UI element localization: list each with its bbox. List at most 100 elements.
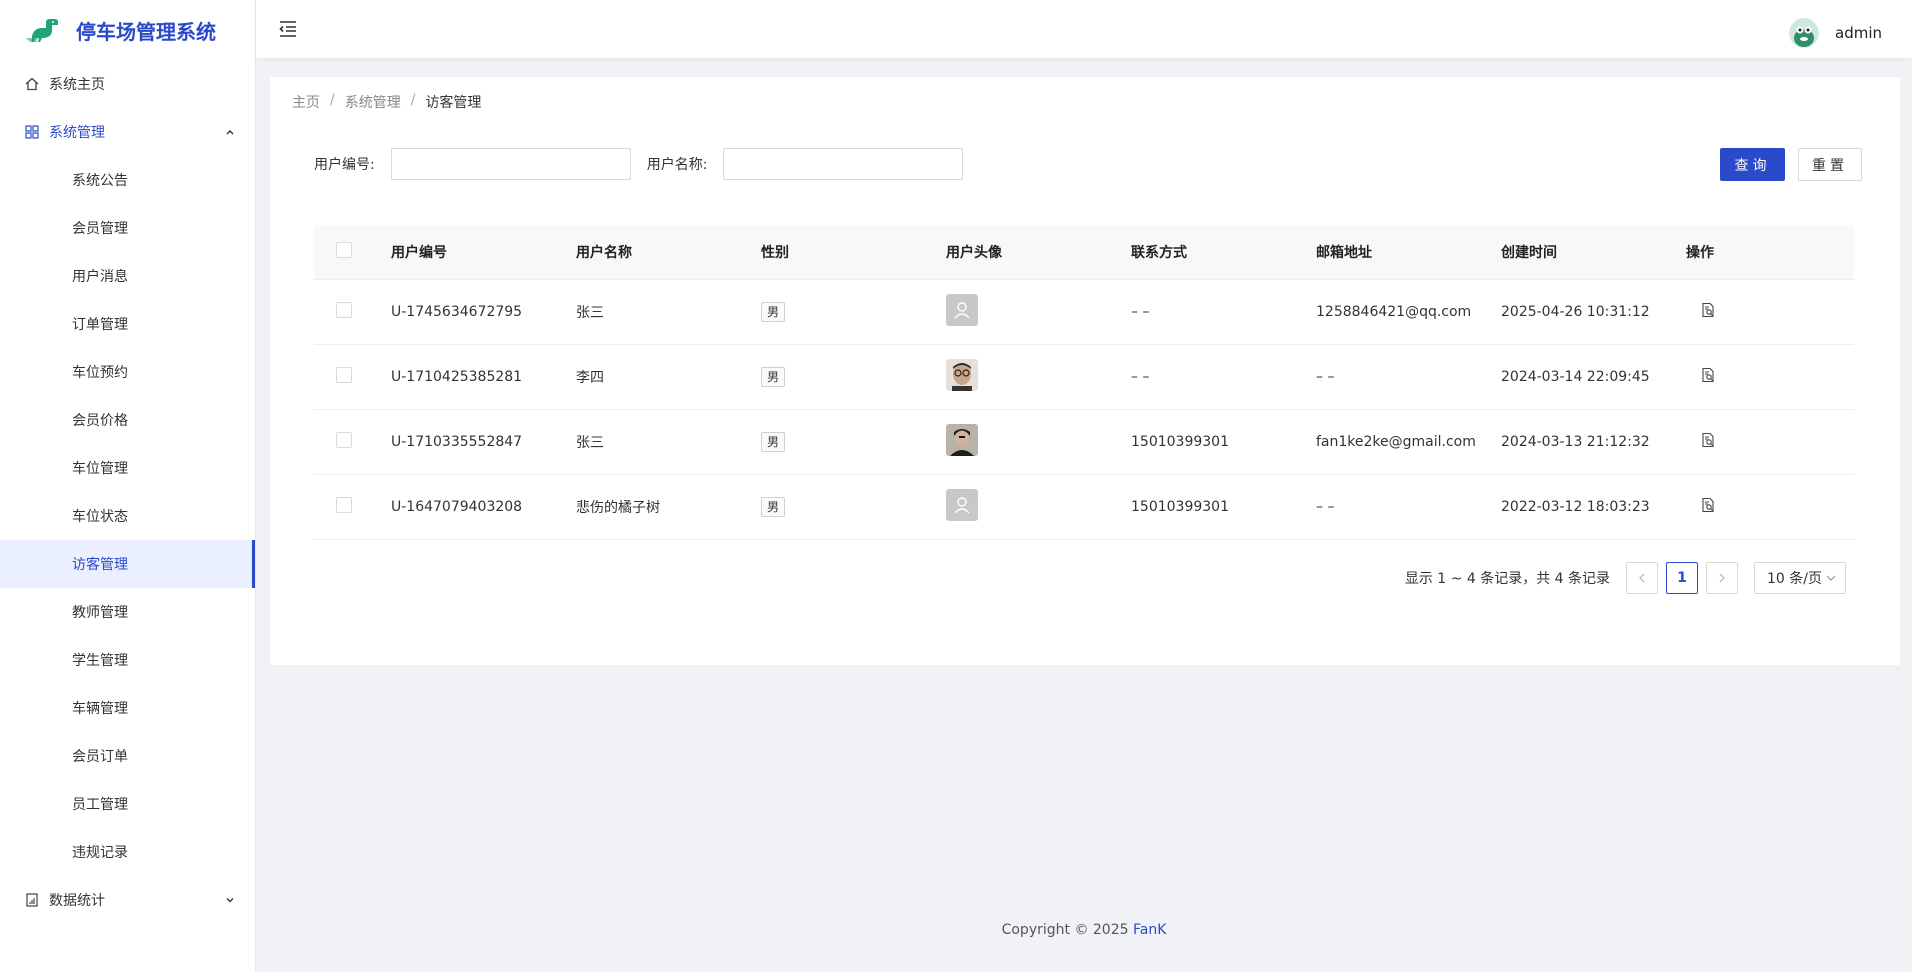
visitor-table: 用户编号 用户名称 性别 用户头像 联系方式 邮箱地址 创建时间 操作 U-17… [314,225,1854,540]
user-avatar-thumbnail[interactable] [946,359,978,391]
app-title: 停车场管理系统 [76,19,216,44]
view-detail-icon[interactable] [1700,302,1716,318]
home-icon [24,76,40,92]
footer: Copyright © 2025 FanK [256,922,1912,938]
table-row[interactable]: U-1647079403208 悲伤的橘子树 男 15010399301 – – 2022… [314,475,1854,540]
view-detail-icon[interactable] [1700,497,1716,513]
column-header: 操作 [1686,245,1714,261]
table-row[interactable]: U-1710335552847 张三 男 15010399301 fan1ke2ke@g… [314,410,1854,475]
sidebar-item[interactable]: 教师管理 [0,588,255,636]
breadcrumb: 主页 / 系统管理 / 访客管理 [292,92,481,112]
breadcrumb-parent[interactable]: 系统管理 [345,92,401,112]
sidebar-item-label: 订单管理 [72,317,128,333]
cell-user-id: U-1745634672795 [391,304,523,320]
user-id-input[interactable] [390,148,631,180]
sidebar-item[interactable]: 访客管理 [0,540,255,588]
cell-email: 1258846421@qq.com [1316,304,1472,320]
dinosaur-logo-icon [26,19,58,42]
cell-email: fan1ke2ke@gmail.com [1316,434,1476,450]
sidebar-item[interactable]: 订单管理 [0,300,255,348]
sidebar-item[interactable]: 车辆管理 [0,684,255,732]
author-link[interactable]: FanK [1133,922,1166,938]
sidebar-item[interactable]: 车位管理 [0,444,255,492]
row-checkbox[interactable] [336,367,352,383]
sidebar-item[interactable]: 系统公告 [0,156,255,204]
column-header: 性别 [761,245,789,261]
cell-user-name: 张三 [576,305,604,321]
select-all-checkbox[interactable] [336,242,352,258]
row-checkbox[interactable] [336,302,352,318]
cell-user-name: 李四 [576,370,604,386]
cell-phone: – – [1131,304,1150,320]
reset-button[interactable]: 重置 [1798,148,1862,181]
view-detail-icon[interactable] [1700,432,1716,448]
prev-page-button[interactable] [1626,562,1658,594]
sidebar-item-label: 会员价格 [72,413,128,429]
chevron-down-icon [226,898,234,903]
gender-tag: 男 [761,432,786,452]
menu-home[interactable]: 系统主页 [0,60,255,108]
cell-created-time: 2024-03-14 22:09:45 [1501,369,1650,385]
sidebar-item-label: 违规记录 [72,845,128,861]
cell-created-time: 2025-04-26 10:31:12 [1501,304,1650,320]
page-size-select[interactable]: 10 条/页 [1754,562,1846,594]
sidebar-item[interactable]: 车位预约 [0,348,255,396]
row-checkbox[interactable] [336,497,352,513]
sidebar-item-label: 学生管理 [72,653,128,669]
menu-home-label: 系统主页 [49,77,105,93]
sidebar-item-label: 会员管理 [72,221,128,237]
sidebar-item[interactable]: 会员价格 [0,396,255,444]
menu-data-statistics[interactable]: 数据统计 [0,876,255,924]
sidebar-item[interactable]: 用户消息 [0,252,255,300]
table-header: 用户编号 用户名称 性别 用户头像 联系方式 邮箱地址 创建时间 操作 [314,225,1854,280]
user-menu[interactable]: admin [1789,18,1882,48]
gender-tag: 男 [761,497,786,517]
chevron-left-icon [1639,573,1645,583]
menu-fold-icon[interactable] [278,19,298,39]
table-row[interactable]: U-1745634672795 张三 男 – – 1258846421@qq.com 20… [314,280,1854,345]
column-header: 用户编号 [391,245,447,261]
user-name-input[interactable] [723,148,964,180]
menu-system-management-label: 系统管理 [49,125,105,141]
column-header: 用户名称 [576,245,632,261]
query-button[interactable]: 查询 [1720,148,1785,181]
table-row[interactable]: U-1710425385281 李四 男 – – – – 2024-03-14 22:09… [314,345,1854,410]
system-submenu: 系统公告会员管理用户消息订单管理车位预约会员价格车位管理车位状态访客管理教师管理… [0,156,255,876]
sidebar: 停车场管理系统 系统主页 系统管理 系统公告会员管理用户消息订单管理车位预约会员… [0,0,256,972]
view-detail-icon[interactable] [1700,367,1716,383]
user-name-label: 用户名称: [646,157,708,173]
user-avatar-thumbnail[interactable] [946,489,978,521]
cell-phone: 15010399301 [1131,434,1229,450]
row-checkbox[interactable] [336,432,352,448]
pagination: 显示 1 ~ 4 条记录，共 4 条记录 1 10 条/页 [1405,562,1846,594]
user-name: admin [1835,24,1882,42]
sidebar-item-label: 访客管理 [72,557,128,573]
cell-email: – – [1316,499,1335,515]
pagination-summary: 显示 1 ~ 4 条记录，共 4 条记录 [1404,571,1610,587]
sidebar-item[interactable]: 员工管理 [0,780,255,828]
sidebar-item[interactable]: 车位状态 [0,492,255,540]
table-body: U-1745634672795 张三男 – – 1258846421@qq.com 20… [314,280,1854,540]
sidebar-item[interactable]: 违规记录 [0,828,255,876]
sidebar-item[interactable]: 学生管理 [0,636,255,684]
sidebar-item-label: 员工管理 [72,797,128,813]
sidebar-item[interactable]: 会员管理 [0,204,255,252]
cell-created-time: 2022-03-12 18:03:23 [1501,499,1650,515]
user-avatar-thumbnail[interactable] [946,294,978,326]
menu-system-management[interactable]: 系统管理 [0,108,255,156]
sidebar-item-label: 车位状态 [72,509,128,525]
next-page-button[interactable] [1706,562,1738,594]
sidebar-item[interactable]: 会员订单 [0,732,255,780]
user-id-label: 用户编号: [314,157,375,173]
user-avatar-thumbnail[interactable] [946,424,978,456]
search-form: 用户编号: 用户名称: [314,148,979,180]
sidebar-item-label: 车位预约 [72,365,128,381]
breadcrumb-home[interactable]: 主页 [292,92,320,112]
sidebar-item-label: 教师管理 [72,605,128,621]
cell-created-time: 2024-03-13 21:12:32 [1501,434,1650,450]
logo[interactable]: 停车场管理系统 [0,0,255,60]
chevron-right-icon [1719,573,1725,583]
page-number-button[interactable]: 1 [1666,562,1698,594]
cell-user-id: U-1710425385281 [391,369,523,385]
grid-icon [24,124,40,140]
